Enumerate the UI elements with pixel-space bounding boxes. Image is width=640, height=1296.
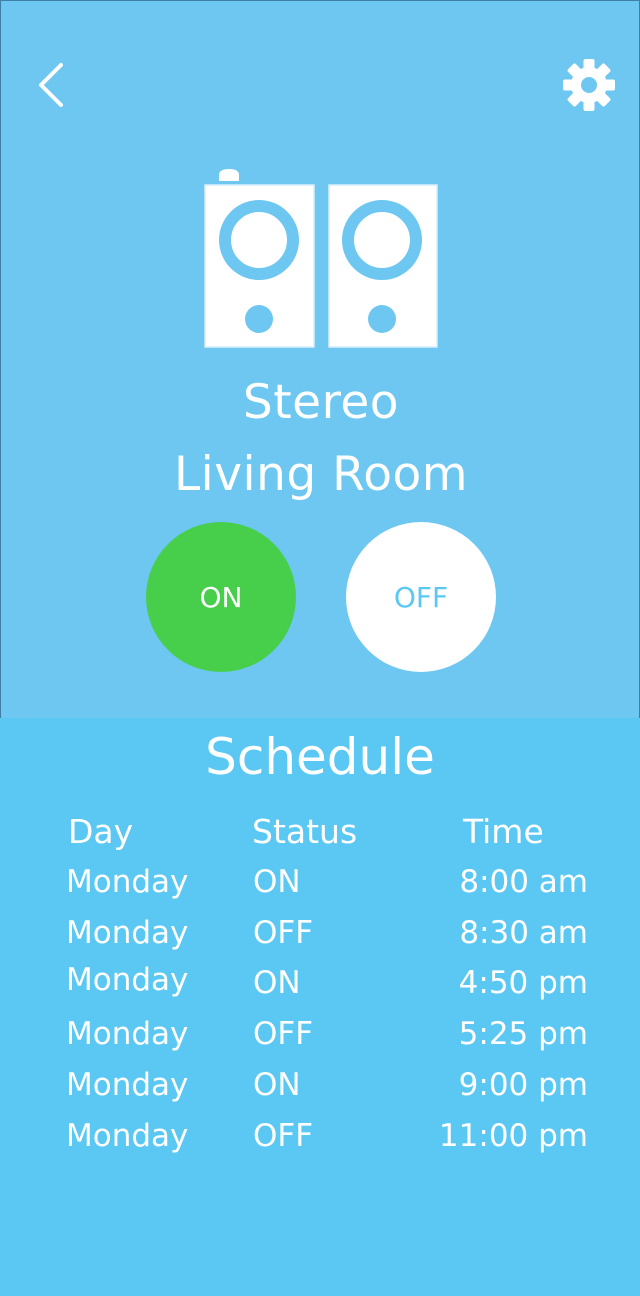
device-room-label: Living Room: [173, 447, 469, 502]
schedule-day: Monday: [66, 1118, 189, 1154]
schedule-status: ON: [253, 1067, 301, 1103]
schedule-time: 8:00 am: [459, 864, 588, 900]
schedule-status: ON: [253, 965, 301, 1001]
back-button[interactable]: [29, 57, 79, 113]
power-on-button[interactable]: ON: [146, 522, 296, 672]
schedule-time: 4:50 pm: [458, 965, 588, 1001]
schedule-panel: [0, 718, 640, 1296]
schedule-status: OFF: [253, 1118, 314, 1154]
gear-icon: [563, 59, 615, 111]
power-off-button[interactable]: OFF: [346, 522, 496, 672]
device-type-label: Stereo: [242, 375, 400, 430]
settings-button[interactable]: [561, 57, 617, 113]
column-header-day: Day: [68, 812, 134, 851]
schedule-day: Monday: [66, 864, 189, 900]
schedule-time: 11:00 pm: [438, 1118, 588, 1154]
power-on-label: ON: [199, 580, 243, 614]
schedule-status: ON: [253, 864, 301, 900]
schedule-status: OFF: [253, 915, 314, 951]
schedule-day: Monday: [66, 962, 189, 998]
power-off-label: OFF: [393, 580, 449, 614]
chevron-left-icon: [39, 63, 63, 107]
schedule-status: OFF: [253, 1016, 314, 1052]
schedule-time: 5:25 pm: [458, 1016, 588, 1052]
column-header-time: Time: [463, 812, 544, 851]
device-panel: Stereo Living Room ON OFF: [0, 0, 640, 718]
schedule-day: Monday: [66, 915, 189, 951]
schedule-time: 8:30 am: [459, 915, 588, 951]
schedule-day: Monday: [66, 1067, 189, 1103]
schedule-title: Schedule: [205, 728, 435, 786]
speakers-icon: [204, 169, 438, 348]
schedule-day: Monday: [66, 1016, 189, 1052]
schedule-time: 9:00 pm: [458, 1067, 588, 1103]
column-header-status: Status: [252, 812, 358, 851]
